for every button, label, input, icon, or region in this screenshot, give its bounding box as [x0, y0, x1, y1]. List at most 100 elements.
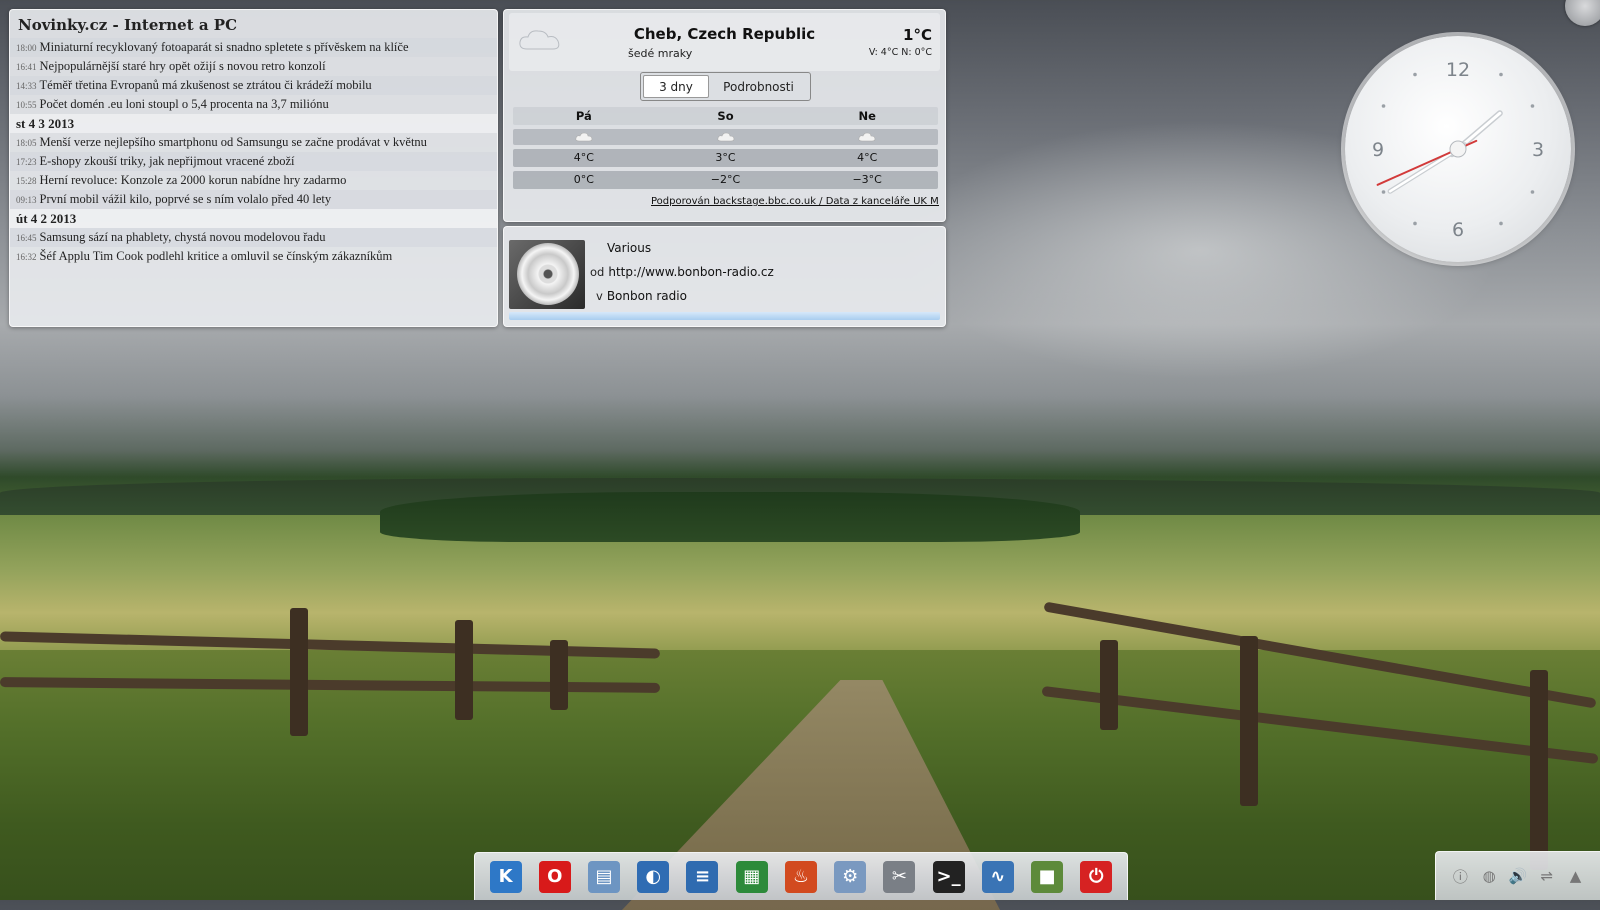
news-headline[interactable]: Menší verze nejlepšího smartphonu od Sam…: [40, 135, 427, 149]
forest: [380, 492, 1080, 542]
tray-expand-icon[interactable]: ▲: [1566, 866, 1586, 886]
writer-icon[interactable]: ≡: [686, 860, 719, 893]
forecast-low: −2°C: [710, 173, 741, 186]
news-item[interactable]: 18:00 Miniaturní recyklovaný fotoaparát s…: [10, 38, 497, 57]
news-headline[interactable]: Herní revoluce: Konzole za 2000 korun na…: [40, 173, 347, 187]
usb-icon[interactable]: ⇌: [1537, 866, 1557, 886]
news-headline[interactable]: První mobil vážil kilo, poprvé se s ním …: [40, 192, 332, 206]
news-headline[interactable]: Nejpopulárnější staré hry opět ožijí s n…: [40, 59, 326, 73]
news-time: 18:05: [16, 138, 37, 148]
clock-numeral: 12: [1446, 59, 1470, 81]
news-item[interactable]: 14:33 Téměř třetina Evropanů má zkušenost…: [10, 76, 497, 95]
news-headline[interactable]: E-shopy zkouší triky, jak nepřijmout vra…: [40, 154, 295, 168]
forecast-day: So: [717, 109, 734, 123]
file-manager-icon[interactable]: ▤: [588, 860, 621, 893]
news-item[interactable]: 16:41 Nejpopulárnější staré hry opět ožij…: [10, 57, 497, 76]
package-manager-icon[interactable]: ⚙: [834, 860, 867, 893]
news-feed-title: Novinky.cz - Internet a PC: [18, 16, 238, 34]
news-list: 18:00 Miniaturní recyklovaný fotoaparát s…: [10, 38, 497, 266]
forecast-high: 4°C: [857, 151, 878, 164]
taskbar: K O ▤ ◐ ≡ ▦ ♨ ⚙ ✂ >_ ∿ ■ ⏻: [474, 852, 1128, 900]
volume-icon[interactable]: 🔊: [1508, 866, 1528, 886]
terminal-icon[interactable]: >_: [932, 860, 965, 893]
network-globe-icon[interactable]: ◍: [1479, 866, 1499, 886]
news-time: 17:23: [16, 157, 37, 167]
clock-numeral: 3: [1532, 139, 1544, 161]
news-time: 14:33: [16, 81, 37, 91]
system-monitor-icon[interactable]: ∿: [981, 860, 1014, 893]
forecast-lows-row: 0°C −2°C −3°C: [513, 171, 938, 189]
news-time: 18:00: [16, 43, 37, 53]
news-time: 09:13: [16, 195, 37, 205]
forecast-day: Ne: [858, 109, 876, 123]
forecast-icon-cell: [796, 129, 938, 145]
news-item[interactable]: 10:55 Počet domén .eu loni stoupl o 5,4 p…: [10, 95, 497, 114]
forecast-day: Pá: [575, 109, 592, 123]
news-headline[interactable]: Miniaturní recyklovaný fotoaparát si sna…: [40, 40, 409, 54]
news-item[interactable]: 16:45 Samsung sází na phablety, chystá no…: [10, 228, 497, 247]
clock-tick: [1499, 221, 1503, 226]
forecast-icon-cell: [513, 129, 655, 145]
forecast-highs-row: 4°C 3°C 4°C: [513, 149, 938, 167]
clock-face: 12 3 6 9: [1372, 59, 1544, 241]
fence-post: [1100, 640, 1118, 730]
calc-icon[interactable]: ▦: [735, 860, 768, 893]
news-item[interactable]: 18:05 Menší verze nejlepšího smartphonu o…: [10, 133, 497, 152]
forecast-low: 0°C: [573, 173, 594, 186]
fence-post: [550, 640, 568, 710]
weather-widget: Cheb, Czech Republic šedé mraky 1°C V: 4…: [503, 9, 946, 222]
weather-current-temp: 1°C: [903, 26, 932, 44]
album-prefix: v: [596, 289, 603, 303]
news-time: 16:32: [16, 252, 37, 262]
desktop-toolbox-button[interactable]: [1565, 0, 1600, 26]
cd-icon: [517, 243, 579, 305]
weather-tabs: 3 dny Podrobnosti: [640, 72, 811, 101]
news-headline[interactable]: Téměř třetina Evropanů má zkušenost se z…: [40, 78, 372, 92]
kde-launcher-icon[interactable]: K: [489, 860, 522, 893]
news-time: 16:41: [16, 62, 37, 72]
forecast-icons-row: [513, 129, 938, 145]
settings-tools-icon[interactable]: ✂: [883, 860, 916, 893]
track-artist: Various: [607, 241, 652, 255]
weather-condition: šedé mraky: [628, 47, 693, 60]
info-icon[interactable]: ⓘ: [1450, 866, 1470, 886]
forecast-grid: Pá So Ne 4°C 3°C 4°C 0°C −2°C −3°C: [513, 107, 938, 193]
clock-tick: [1381, 104, 1386, 108]
news-headline[interactable]: Samsung sází na phablety, chystá novou m…: [40, 230, 326, 244]
cloud-icon: [575, 132, 593, 142]
news-item[interactable]: 09:13 První mobil vážil kilo, poprvé se s…: [10, 190, 497, 209]
news-headline[interactable]: Počet domén .eu loni stoupl o 5,4 procen…: [40, 97, 329, 111]
news-headline[interactable]: Šéf Applu Tim Cook podlehl kritice a oml…: [40, 249, 393, 263]
tab-details[interactable]: Podrobnosti: [709, 75, 808, 98]
forecast-low: −3°C: [852, 173, 882, 186]
tab-3-days[interactable]: 3 dny: [643, 75, 709, 98]
forecast-high: 3°C: [715, 151, 736, 164]
track-source: od http://www.bonbon-radio.cz: [590, 265, 774, 279]
analog-clock-widget: 12 3 6 9: [1345, 36, 1571, 262]
forecast-icon-cell: [655, 129, 797, 145]
clock-center-cap: [1449, 140, 1467, 158]
source-prefix: od: [590, 265, 605, 279]
news-time: 10:55: [16, 100, 37, 110]
news-item[interactable]: 16:32 Šéf Applu Tim Cook podlehl kritice …: [10, 247, 497, 266]
web-browser-icon[interactable]: ◐: [637, 860, 670, 893]
burner-icon[interactable]: ♨: [784, 860, 817, 893]
minecraft-icon[interactable]: ■: [1031, 860, 1064, 893]
station-url: http://www.bonbon-radio.cz: [608, 265, 774, 279]
news-item[interactable]: 17:23 E-shopy zkouší triky, jak nepřijmou…: [10, 152, 497, 171]
news-time: 15:28: [16, 176, 37, 186]
clock-numeral: 9: [1372, 139, 1384, 161]
playback-progress-bar[interactable]: [509, 312, 940, 320]
power-icon[interactable]: ⏻: [1080, 860, 1113, 893]
news-feed-widget: Novinky.cz - Internet a PC 18:00 Miniatur…: [9, 9, 498, 327]
opera-icon[interactable]: O: [538, 860, 571, 893]
fence-post: [455, 620, 473, 720]
clock-tick: [1413, 221, 1417, 226]
weather-header: Cheb, Czech Republic šedé mraky 1°C V: 4…: [509, 13, 940, 71]
system-tray: ⓘ ◍ 🔊 ⇌ ▲: [1435, 851, 1600, 900]
clock-numeral: 6: [1452, 219, 1464, 241]
weather-credit-link[interactable]: Podporován backstage.bbc.co.uk / Data z …: [651, 196, 939, 207]
fence-post: [1530, 670, 1548, 870]
forecast-days-row: Pá So Ne: [513, 107, 938, 125]
news-item[interactable]: 15:28 Herní revoluce: Konzole za 2000 kor…: [10, 171, 497, 190]
